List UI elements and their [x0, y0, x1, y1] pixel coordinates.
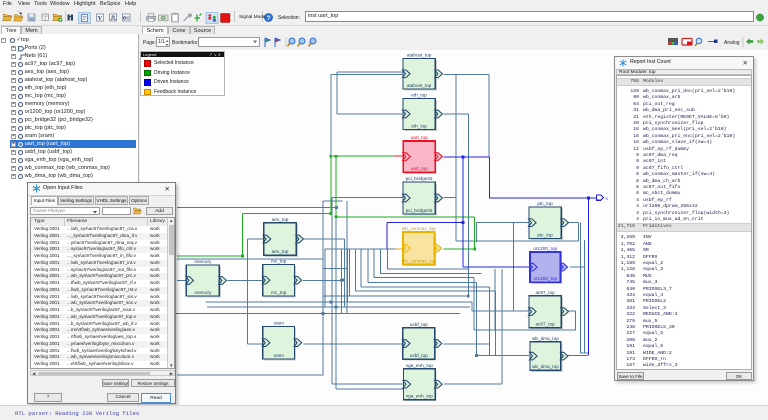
svg-text:aes_top: aes_top — [272, 217, 289, 222]
svg-text:or1200_top: or1200_top — [533, 276, 557, 281]
svg-text:usbf_top: usbf_top — [410, 353, 428, 358]
svg-text:V: V — [98, 15, 103, 22]
svg-text:atahost_top: atahost_top — [407, 83, 432, 88]
svg-text:usbf_top: usbf_top — [410, 322, 428, 327]
svg-text:vga_enh_top: vga_enh_top — [406, 393, 434, 398]
svg-text:eth_top: eth_top — [411, 123, 427, 128]
svg-text:?: ? — [267, 15, 271, 22]
svg-text:wb_conmax_top: wb_conmax_top — [402, 258, 437, 263]
svg-text:wb_dma_top: wb_dma_top — [532, 364, 559, 369]
svg-text:BC: BC — [123, 16, 130, 21]
svg-text:uart_top: uart_top — [411, 135, 429, 140]
svg-text:atahost_top: atahost_top — [407, 53, 432, 58]
svg-text:sram: sram — [273, 321, 284, 326]
svg-text:ac97_top: ac97_top — [535, 290, 555, 295]
svg-text:pci_bridge32: pci_bridge32 — [406, 176, 433, 181]
svg-text:ptc_top: ptc_top — [537, 201, 553, 206]
svg-text:ptc_top: ptc_top — [537, 232, 553, 237]
svg-text:vga_enh_top: vga_enh_top — [406, 363, 434, 368]
svg-text:or1200_top: or1200_top — [533, 246, 557, 251]
svg-text:aes_top: aes_top — [272, 249, 289, 254]
svg-text:wb_dma_top: wb_dma_top — [532, 336, 559, 341]
svg-text:s: s — [606, 196, 609, 201]
svg-text:mc_top: mc_top — [271, 259, 287, 264]
svg-text:ac97_top: ac97_top — [535, 321, 555, 326]
svg-text:memory: memory — [194, 290, 212, 295]
svg-text:mc_top: mc_top — [271, 290, 287, 295]
svg-text:wb_conmax_top: wb_conmax_top — [402, 226, 437, 231]
svg-text:eth_top: eth_top — [411, 93, 427, 98]
svg-text:memory: memory — [194, 259, 212, 264]
svg-text:uart_top: uart_top — [411, 166, 429, 171]
svg-text:pci_bridge32: pci_bridge32 — [406, 208, 433, 213]
svg-text:sram: sram — [273, 353, 284, 358]
